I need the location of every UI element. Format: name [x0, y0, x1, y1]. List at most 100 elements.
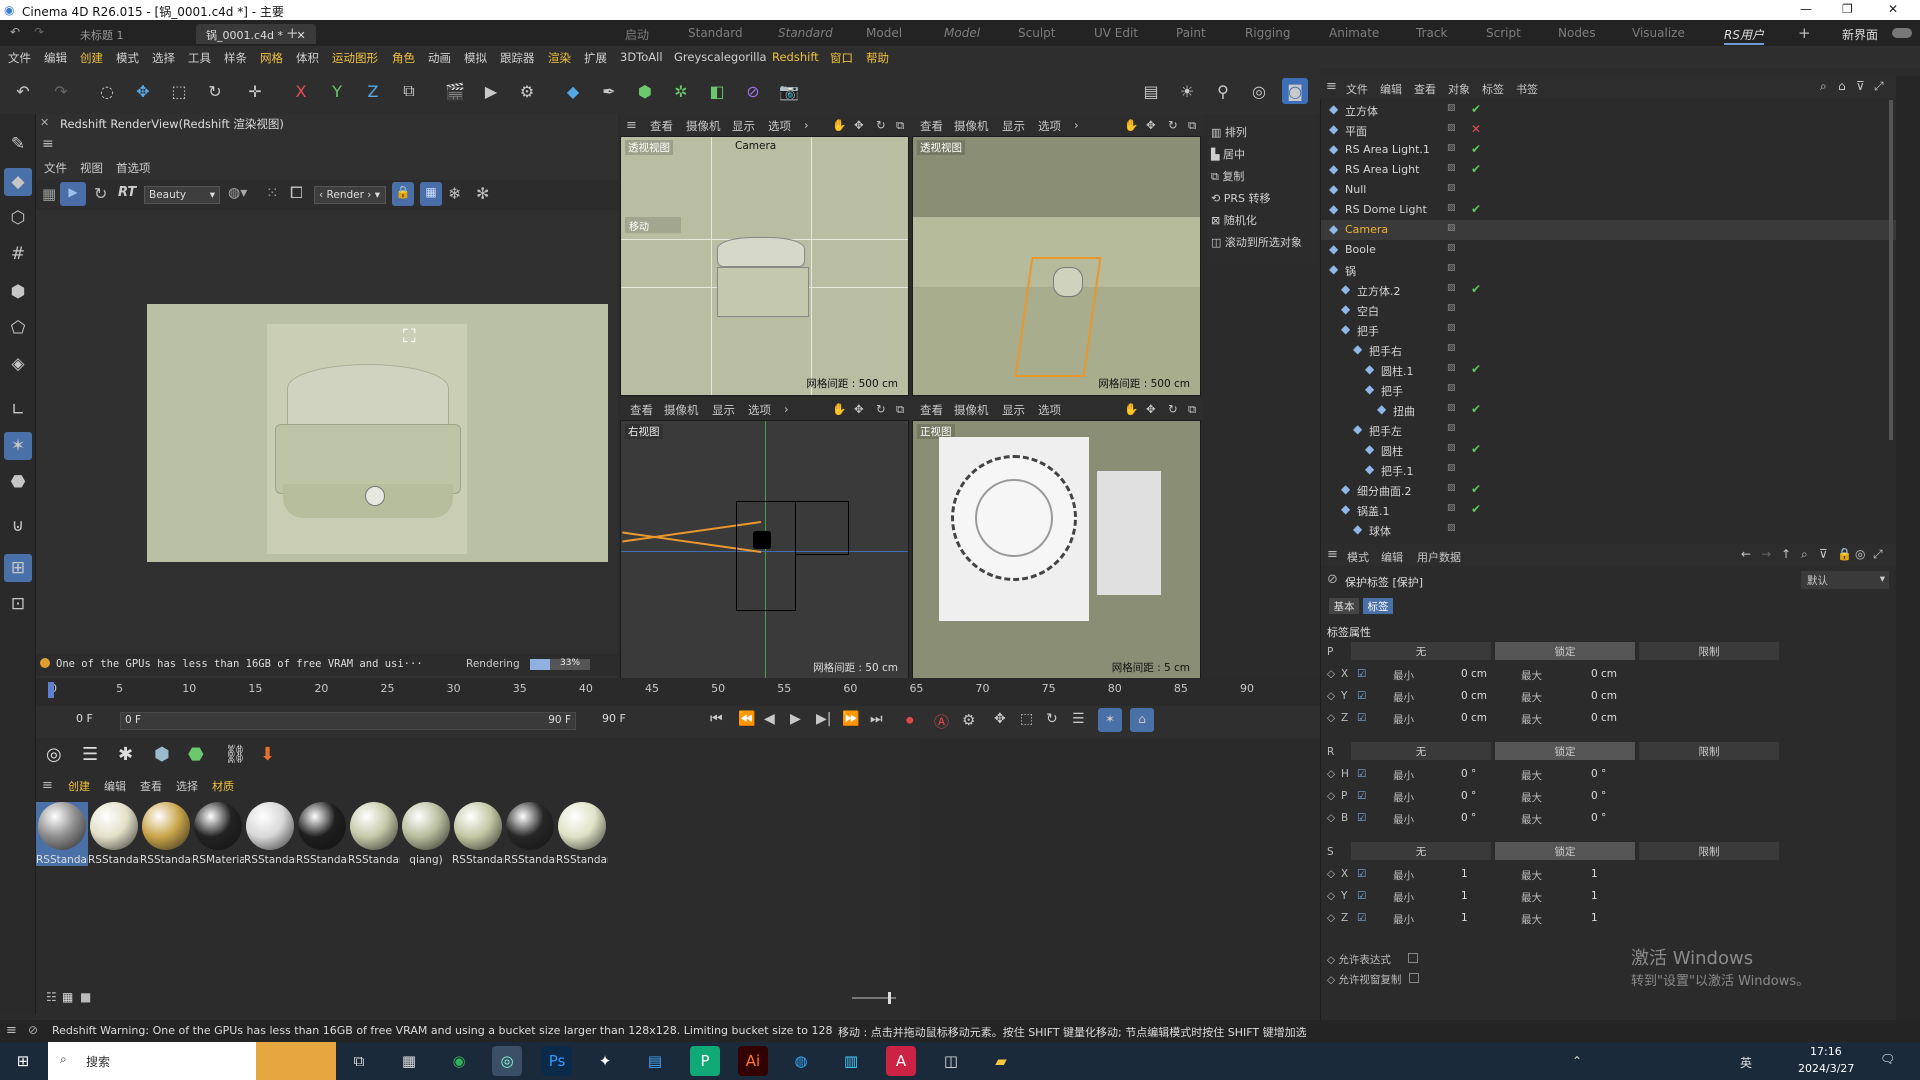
vp-menu-options[interactable]: 选项 — [1038, 118, 1061, 134]
hamburger-icon[interactable]: ≡ — [6, 1023, 17, 1038]
maximize-view-icon[interactable]: ⧉ — [1188, 118, 1196, 133]
edge-mode-icon[interactable]: ⬠ — [4, 314, 32, 342]
layout-tab[interactable]: Script — [1486, 26, 1521, 40]
enabled-check-icon[interactable]: ✔ — [1471, 142, 1481, 156]
menu-mograph[interactable]: 运动图形 — [332, 50, 378, 66]
key-position-icon[interactable]: ✥ — [994, 711, 1006, 727]
attr-mode-option[interactable]: 限制 — [1639, 742, 1779, 760]
object-row[interactable]: ◆ 把手 ▨ — [1321, 320, 1897, 340]
option-allow-viewport-copy[interactable]: ◇ 允许视窗复制 — [1327, 972, 1419, 987]
y-axis-toggle[interactable]: Y — [324, 78, 350, 104]
clock-time[interactable]: 17:16 — [1810, 1045, 1842, 1058]
max-value-field[interactable]: 1 — [1591, 868, 1598, 880]
menu-tools[interactable]: 工具 — [188, 50, 211, 66]
browser-icon[interactable]: ◉ — [444, 1046, 474, 1076]
layer-icon[interactable]: ▨ — [1447, 103, 1456, 113]
orbit-icon[interactable]: ↻ — [876, 118, 886, 132]
max-value-field[interactable]: 0 ° — [1591, 812, 1606, 824]
material-link-icon[interactable]: ⛓ — [224, 744, 247, 765]
enable-checkbox[interactable]: ☑ — [1357, 768, 1366, 780]
enabled-check-icon[interactable]: ✔ — [1471, 162, 1481, 176]
layer-icon[interactable]: ▨ — [1447, 123, 1456, 133]
am-menu-userdata[interactable]: 用户数据 — [1417, 549, 1461, 565]
tray-chevron-icon[interactable]: ⌃ — [1572, 1054, 1582, 1068]
windows-start-icon[interactable]: ⊞ — [8, 1046, 38, 1076]
home-icon[interactable]: ⌂ — [1838, 79, 1846, 93]
maximize-view-icon[interactable]: ⧉ — [1188, 402, 1196, 417]
undo-icon[interactable]: ↶ — [10, 25, 20, 39]
keyframe-icon[interactable]: ◇ — [1327, 912, 1335, 924]
material-item[interactable]: RSStandard — [296, 802, 348, 866]
photoshop-icon[interactable]: Ps — [542, 1046, 572, 1076]
layer-icon[interactable]: ▨ — [1447, 283, 1456, 293]
menu-redshift[interactable]: Redshift — [772, 50, 819, 64]
layer-icon[interactable]: ▨ — [1447, 363, 1456, 373]
chevron-right-icon[interactable]: › — [1074, 118, 1079, 132]
preset-select[interactable]: 默认 ▾ — [1801, 571, 1889, 589]
edge-icon[interactable]: ◍ — [786, 1046, 816, 1076]
viewport-perspective-2[interactable]: 透视视图 网格间距 : 500 cm — [912, 136, 1201, 396]
enabled-check-icon[interactable]: ✔ — [1471, 202, 1481, 216]
workplane-icon[interactable]: ⊞ — [4, 554, 32, 582]
menu-help[interactable]: 帮助 — [866, 50, 889, 66]
ime-indicator[interactable]: 英 — [1740, 1054, 1752, 1071]
film-icon[interactable]: ▦ — [42, 185, 56, 203]
object-row[interactable]: ◆ 把手右 ▨ — [1321, 340, 1897, 360]
axis-mode-icon[interactable]: ∟ — [4, 396, 32, 424]
enabled-check-icon[interactable]: ✔ — [1471, 282, 1481, 296]
material-item[interactable]: RSMaterial — [192, 802, 244, 866]
clock-date[interactable]: 2024/3/27 — [1798, 1062, 1854, 1075]
layout-tab[interactable]: Paint — [1176, 26, 1206, 40]
viewport-front[interactable]: 正视图 网格间距 : 5 cm — [912, 420, 1201, 680]
play-icon[interactable]: ▶ — [790, 711, 801, 727]
expand-icon[interactable]: ⤢ — [1873, 547, 1883, 562]
material-item[interactable]: RSStandard — [88, 802, 140, 866]
layer-icon[interactable]: ▨ — [1447, 403, 1456, 413]
viewport-right[interactable]: 右视图 网格间距 : 50 cm — [620, 420, 909, 680]
menu-window[interactable]: 窗口 — [830, 50, 853, 66]
move-tool-icon[interactable]: ✥ — [130, 78, 156, 104]
max-value-field[interactable]: 0 cm — [1591, 690, 1617, 702]
target-icon[interactable]: ◎ — [1855, 547, 1865, 561]
om-menu-object[interactable]: 对象 — [1448, 81, 1470, 97]
enable-checkbox[interactable]: ☑ — [1357, 812, 1366, 824]
layer-icon[interactable]: ▨ — [1447, 243, 1456, 253]
object-row[interactable]: ◆ 把手.1 ▨ — [1321, 460, 1897, 480]
keyframe-icon[interactable]: ◇ — [1327, 690, 1335, 702]
key-param-icon[interactable]: ☰ — [1072, 711, 1085, 727]
model-mode-icon[interactable]: ◆ — [4, 168, 32, 196]
material-item[interactable]: RSStandard — [556, 802, 608, 866]
enable-checkbox[interactable]: ☑ — [1357, 668, 1366, 680]
vp-menu-options[interactable]: 选项 — [1038, 402, 1061, 418]
keyframe-icon[interactable]: ◇ — [1327, 668, 1335, 680]
layer-icon[interactable]: ▨ — [1447, 443, 1456, 453]
app-icon[interactable]: ✦ — [590, 1046, 620, 1076]
go-end-icon[interactable]: ⏭ — [870, 711, 883, 727]
layer-icon[interactable]: ▨ — [1447, 483, 1456, 493]
vp-menu-camera[interactable]: 摄像机 — [954, 402, 989, 418]
attr-mode-option[interactable]: 锁定 — [1495, 842, 1635, 860]
menu-select[interactable]: 选择 — [152, 50, 175, 66]
taskbar-search[interactable]: ⌕ 搜索 — [48, 1042, 256, 1080]
material-stack-icon[interactable]: ☰ — [82, 744, 98, 765]
vp-menu-display[interactable]: 显示 — [732, 118, 755, 134]
undo-icon[interactable]: ↶ — [10, 78, 36, 104]
up-icon[interactable]: ↑ — [1781, 547, 1791, 561]
keyframe-icon[interactable]: ◇ — [1327, 712, 1335, 724]
mat-menu-material[interactable]: 材质 — [212, 778, 234, 794]
large-view-icon[interactable]: ■ — [80, 990, 91, 1004]
om-menu-edit[interactable]: 编辑 — [1380, 81, 1402, 97]
object-row[interactable]: ◆ 圆柱.1 ▨ ✔ — [1321, 360, 1897, 380]
object-row[interactable]: ◆ 锅 ▨ — [1321, 260, 1897, 280]
material-item[interactable]: RSStandard — [140, 802, 192, 866]
pen-icon[interactable]: ✒ — [596, 78, 622, 104]
menu-greyscalegorilla[interactable]: Greyscalegorilla — [674, 50, 767, 64]
grid-snap-icon[interactable]: ⊡ — [4, 590, 32, 618]
object-row[interactable]: ◆ 球体 ▨ — [1321, 520, 1897, 540]
max-value-field[interactable]: 0 ° — [1591, 790, 1606, 802]
prev-frame-icon[interactable]: ◀ — [764, 711, 775, 727]
coord-system-icon[interactable]: ⧉ — [396, 78, 422, 104]
material-gear-icon[interactable]: ✱ — [118, 744, 133, 765]
attr-mode-option[interactable]: 无 — [1351, 742, 1491, 760]
mat-menu-edit[interactable]: 编辑 — [104, 778, 126, 794]
